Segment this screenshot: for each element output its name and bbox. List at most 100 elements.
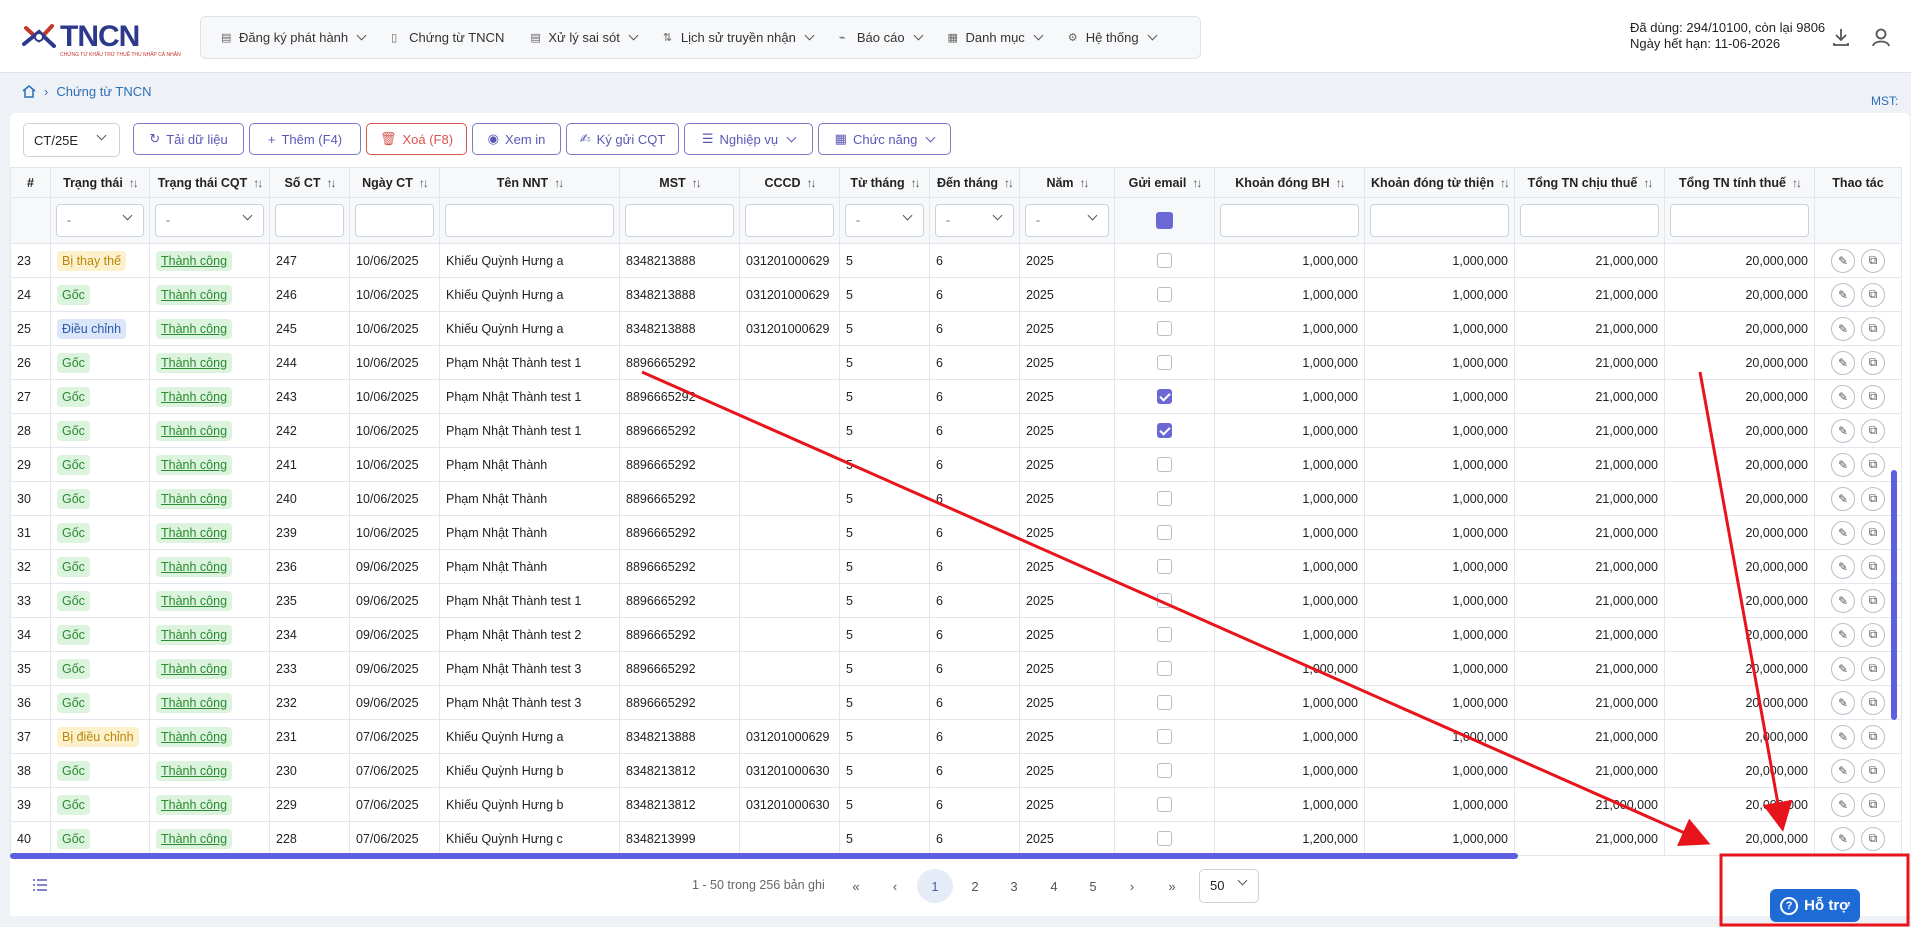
email-checkbox[interactable]: [1157, 491, 1172, 506]
column-header[interactable]: Trạng thái CQT ↑↓: [149, 167, 270, 198]
next-page-button[interactable]: ›: [1114, 869, 1150, 903]
cqt-status-link[interactable]: Thành công: [156, 454, 233, 475]
operations-dropdown[interactable]: ☰ Nghiệp vụ: [684, 123, 813, 155]
email-checkbox[interactable]: [1157, 253, 1172, 268]
copy-icon[interactable]: ⧉: [1861, 350, 1885, 375]
email-checkbox[interactable]: [1157, 661, 1172, 676]
edit-icon[interactable]: ✎: [1831, 350, 1855, 375]
delete-button[interactable]: 🗑 Xoá (F8): [366, 123, 467, 155]
cqt-status-link[interactable]: Thành công: [156, 556, 233, 577]
copy-icon[interactable]: ⧉: [1861, 554, 1885, 579]
edit-icon[interactable]: ✎: [1831, 622, 1855, 647]
table-row[interactable]: 31 Gốc Thành công 239 10/06/2025 Phạm Nhật Th…: [10, 515, 1902, 550]
menu-bao-cao[interactable]: ⌁ Báo cáo: [839, 30, 923, 45]
page-5-button[interactable]: 5: [1075, 869, 1111, 903]
edit-icon[interactable]: ✎: [1831, 418, 1855, 443]
table-row[interactable]: 29 Gốc Thành công 241 10/06/2025 Phạm Nhật Th…: [10, 447, 1902, 482]
ngay-ct-filter[interactable]: [355, 204, 434, 237]
download-icon[interactable]: [1830, 26, 1852, 48]
copy-icon[interactable]: ⧉: [1861, 452, 1885, 477]
tu-thien-filter[interactable]: [1370, 204, 1509, 237]
sort-icon[interactable]: ↑↓: [327, 176, 337, 190]
menu-chung-tu-tncn[interactable]: ▯ Chứng từ TNCN: [391, 30, 504, 45]
help-button[interactable]: ? Hỗ trợ: [1770, 889, 1860, 922]
menu-xu-ly-sai-sot[interactable]: ▤ Xử lý sai sót: [530, 30, 639, 45]
email-checkbox[interactable]: [1157, 763, 1172, 778]
copy-icon[interactable]: ⧉: [1861, 690, 1885, 715]
tn-tinh-thue-filter[interactable]: [1670, 204, 1809, 237]
horizontal-scrollbar[interactable]: [10, 853, 1518, 859]
add-button[interactable]: + Thêm (F4): [249, 123, 361, 155]
sort-icon[interactable]: ↑↓: [253, 176, 263, 190]
cqt-status-link[interactable]: Thành công: [156, 828, 233, 849]
sort-icon[interactable]: ↑↓: [554, 176, 564, 190]
table-row[interactable]: 27 Gốc Thành công 243 10/06/2025 Phạm Nhật Th…: [10, 379, 1902, 414]
prev-page-button[interactable]: ‹: [877, 869, 913, 903]
email-checkbox[interactable]: [1157, 355, 1172, 370]
vertical-scrollbar[interactable]: [1891, 470, 1897, 720]
sort-icon[interactable]: ↑↓: [692, 176, 702, 190]
sort-icon[interactable]: ↑↓: [1192, 176, 1202, 190]
table-row[interactable]: 26 Gốc Thành công 244 10/06/2025 Phạm Nhật Th…: [10, 345, 1902, 380]
copy-icon[interactable]: ⧉: [1861, 384, 1885, 409]
email-checkbox[interactable]: [1157, 525, 1172, 540]
table-row[interactable]: 39 Gốc Thành công 229 07/06/2025 Khiếu Quỳnh …: [10, 787, 1902, 822]
sort-icon[interactable]: ↑↓: [1080, 176, 1090, 190]
edit-icon[interactable]: ✎: [1831, 384, 1855, 409]
copy-icon[interactable]: ⧉: [1861, 248, 1885, 273]
edit-icon[interactable]: ✎: [1831, 248, 1855, 273]
email-checkbox[interactable]: [1157, 797, 1172, 812]
last-page-button[interactable]: »: [1154, 869, 1190, 903]
menu-lich-su-truyen-nhan[interactable]: ⇅ Lịch sử truyền nhận: [663, 30, 815, 45]
tn-chiu-thue-filter[interactable]: [1520, 204, 1659, 237]
user-icon[interactable]: [1870, 26, 1892, 48]
edit-icon[interactable]: ✎: [1831, 316, 1855, 341]
cqt-status-link[interactable]: Thành công: [156, 624, 233, 645]
copy-icon[interactable]: ⧉: [1861, 792, 1885, 817]
sign-send-button[interactable]: ✍ Ký gửi CQT: [566, 123, 679, 155]
copy-icon[interactable]: ⧉: [1861, 622, 1885, 647]
copy-icon[interactable]: ⧉: [1861, 316, 1885, 341]
email-checkbox[interactable]: [1157, 593, 1172, 608]
den-thang-filter[interactable]: -: [935, 204, 1014, 237]
cccd-filter[interactable]: [745, 204, 834, 237]
copy-icon[interactable]: ⧉: [1861, 418, 1885, 443]
cqt-status-link[interactable]: Thành công: [156, 488, 233, 509]
email-checkbox[interactable]: [1157, 321, 1172, 336]
logo[interactable]: TNCN CHỨNG TỪ KHẤU TRỪ THUẾ THU NHẬP CÁ …: [20, 18, 181, 58]
column-header[interactable]: Ngày CT ↑↓: [349, 167, 440, 198]
copy-icon[interactable]: ⧉: [1861, 588, 1885, 613]
cqt-status-link[interactable]: Thành công: [156, 760, 233, 781]
sort-icon[interactable]: ↑↓: [807, 176, 817, 190]
email-checkbox[interactable]: [1157, 559, 1172, 574]
edit-icon[interactable]: ✎: [1831, 792, 1855, 817]
sort-icon[interactable]: ↑↓: [1336, 176, 1346, 190]
column-header[interactable]: Số CT ↑↓: [269, 167, 350, 198]
copy-icon[interactable]: ⧉: [1861, 758, 1885, 783]
mst-filter[interactable]: [625, 204, 734, 237]
functions-dropdown[interactable]: ▦ Chức năng: [818, 123, 951, 155]
nam-filter[interactable]: -: [1025, 204, 1109, 237]
edit-icon[interactable]: ✎: [1831, 486, 1855, 511]
column-header[interactable]: Từ tháng ↑↓: [839, 167, 930, 198]
edit-icon[interactable]: ✎: [1831, 554, 1855, 579]
column-header[interactable]: MST ↑↓: [619, 167, 740, 198]
table-row[interactable]: 37 Bị điều chỉnh Thành công 231 07/06/2025 Kh…: [10, 719, 1902, 754]
table-row[interactable]: 36 Gốc Thành công 232 09/06/2025 Phạm Nhật Th…: [10, 685, 1902, 720]
copy-icon[interactable]: ⧉: [1861, 724, 1885, 749]
menu-danh-muc[interactable]: ▦ Danh mục: [948, 30, 1044, 45]
cqt-status-link[interactable]: Thành công: [156, 522, 233, 543]
email-checkbox[interactable]: [1157, 695, 1172, 710]
page-4-button[interactable]: 4: [1036, 869, 1072, 903]
column-header[interactable]: Tên NNT ↑↓: [439, 167, 620, 198]
sort-icon[interactable]: ↑↓: [911, 176, 921, 190]
edit-icon[interactable]: ✎: [1831, 282, 1855, 307]
column-header[interactable]: Khoản đóng từ thiện ↑↓: [1364, 167, 1515, 198]
ten-nnt-filter[interactable]: [445, 204, 614, 237]
cqt-status-link[interactable]: Thành công: [156, 658, 233, 679]
breadcrumb-current[interactable]: Chứng từ TNCN: [56, 84, 151, 99]
home-icon[interactable]: [22, 85, 36, 98]
tu-thang-filter[interactable]: -: [845, 204, 924, 237]
sort-icon[interactable]: ↑↓: [1643, 176, 1653, 190]
table-row[interactable]: 40 Gốc Thành công 228 07/06/2025 Khiếu Quỳnh …: [10, 821, 1902, 856]
